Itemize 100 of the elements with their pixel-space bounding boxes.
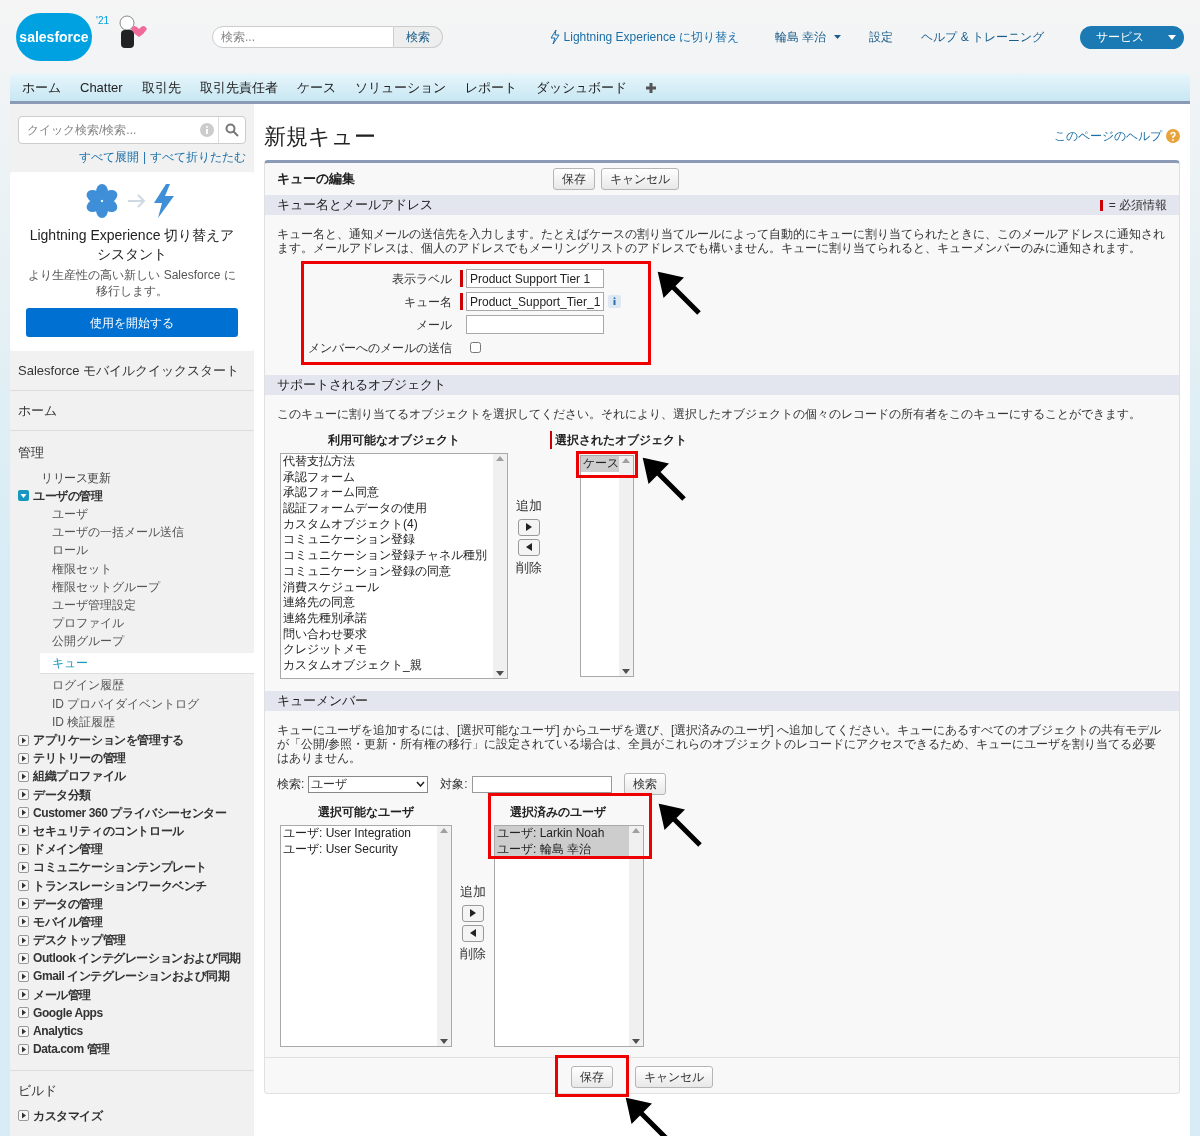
get-started-button[interactable]: 使用を開始する: [26, 308, 238, 337]
tree-item[interactable]: ユーザ: [52, 504, 88, 523]
list-option[interactable]: 代替支払方法: [281, 454, 493, 470]
expand-icon[interactable]: [18, 734, 29, 746]
text-field[interactable]: [466, 315, 604, 334]
tree-item[interactable]: 組織プロファイル: [33, 767, 126, 786]
tree-item[interactable]: デスクトップ管理: [33, 931, 126, 950]
tree-item[interactable]: キュー: [52, 653, 88, 672]
plus-icon[interactable]: [645, 82, 656, 93]
expand-icon[interactable]: [18, 898, 29, 910]
list-box[interactable]: 代替支払方法 承認フォーム 承認フォーム同意 認証フォームデータの使用 カスタムオブジェクト(4) コミュニケーション登録 コミュニケーション登録チャネル種別 コミュニケーション登録の同意 消費スケジュール 連絡先の同意 連絡先種別承諾 問い合わせ要求 クレジットメモ カスタムオブジェクト_親: [280, 453, 508, 679]
nav-tab[interactable]: ダッシュボード: [535, 77, 627, 98]
list-option[interactable]: 認証フォームデータの使用: [281, 501, 493, 517]
tree-item[interactable]: ユーザの管理: [33, 486, 103, 505]
button[interactable]: 検索: [623, 773, 666, 795]
expand-icon[interactable]: [18, 843, 29, 855]
add-button[interactable]: [518, 518, 540, 536]
search-type-select[interactable]: ユーザ: [308, 775, 429, 793]
list-option[interactable]: 消費スケジュール: [281, 579, 493, 596]
expand-icon[interactable]: [18, 880, 29, 892]
scroll-down-icon[interactable]: [632, 1039, 640, 1044]
list-box[interactable]: ユーザ: User Integration ユーザ: User Security: [280, 825, 452, 1047]
expand-icon[interactable]: [18, 1007, 29, 1019]
scroll-down-icon[interactable]: [622, 669, 630, 674]
expand-icon[interactable]: [18, 1025, 29, 1037]
expand-icon[interactable]: [18, 825, 29, 837]
tree-item[interactable]: テリトリーの管理: [33, 749, 126, 768]
tree-item[interactable]: ID プロバイダイベントログ: [52, 694, 200, 713]
nav-tab[interactable]: レポート: [464, 77, 517, 98]
collapse-icon[interactable]: [18, 490, 29, 502]
list-option[interactable]: カスタムオブジェクト_親: [281, 657, 493, 674]
expand-icon[interactable]: [18, 807, 29, 819]
tree-item[interactable]: ユーザの一括メール送信: [52, 523, 184, 542]
list-option[interactable]: 問い合わせ要求: [281, 626, 493, 643]
expand-icon[interactable]: [18, 861, 29, 873]
scrollbar[interactable]: [629, 826, 643, 1046]
search-input[interactable]: 検索...: [213, 28, 393, 46]
sidebar-heading[interactable]: Salesforce モバイルクイックスタート: [18, 360, 240, 381]
list-option[interactable]: コミュニケーション登録: [281, 532, 493, 549]
search-icon[interactable]: [225, 123, 239, 137]
tree-item[interactable]: 権限セットグループ: [52, 577, 160, 596]
list-box[interactable]: ケース: [580, 455, 634, 677]
list-option[interactable]: コミュニケーション登録の同意: [281, 563, 493, 580]
nav-tab[interactable]: 取引先: [141, 77, 181, 98]
page-help-link[interactable]: このページのヘルプ: [1054, 127, 1180, 145]
scrollbar[interactable]: [619, 456, 633, 676]
tree-item[interactable]: リリース更新: [41, 468, 111, 487]
tree-item[interactable]: Customer 360 プライバシーセンター: [33, 803, 227, 822]
list-option[interactable]: ユーザ: User Integration: [281, 826, 437, 842]
tree-item[interactable]: セキュリティのコントロール: [33, 821, 184, 840]
tree-item[interactable]: 権限セット: [52, 559, 112, 578]
scroll-down-icon[interactable]: [496, 671, 504, 676]
nav-tab[interactable]: Chatter: [80, 77, 123, 98]
expand-icon[interactable]: [18, 934, 29, 946]
app-menu[interactable]: サービス: [1080, 25, 1184, 49]
expand-all-link[interactable]: すべて展開: [78, 148, 139, 166]
list-option[interactable]: 連絡先の同意: [281, 595, 493, 611]
tree-item[interactable]: 公開グループ: [52, 632, 124, 651]
expand-icon[interactable]: [18, 1043, 29, 1055]
setup-link[interactable]: 設定: [869, 28, 894, 46]
tree-item[interactable]: ドメイン管理: [33, 840, 103, 859]
nav-tab[interactable]: ソリューション: [354, 77, 446, 98]
tree-item[interactable]: データ分類: [33, 785, 91, 804]
tree-item[interactable]: プロファイル: [52, 614, 124, 633]
scrollbar[interactable]: [493, 454, 507, 678]
tree-item[interactable]: ログイン履歴: [52, 676, 124, 695]
selected-tree-row[interactable]: キュー: [40, 652, 254, 674]
tree-item[interactable]: データの管理: [33, 894, 103, 913]
tree-item[interactable]: Data.com 管理: [33, 1040, 110, 1059]
remove-button[interactable]: [518, 538, 540, 556]
help-link[interactable]: ヘルプ & トレーニング: [921, 28, 1044, 46]
add-button[interactable]: [462, 904, 484, 922]
tree-item[interactable]: Google Apps: [33, 1003, 103, 1022]
tree-item[interactable]: トランスレーションワークベンチ: [33, 876, 207, 895]
scrollbar[interactable]: [437, 826, 451, 1046]
nav-tab[interactable]: ホーム: [22, 77, 61, 98]
button[interactable]: キャンセル: [601, 168, 679, 190]
text-field[interactable]: Product_Support_Tier_1: [466, 292, 604, 311]
list-box[interactable]: ユーザ: Larkin Noah ユーザ: 輪島 幸治: [494, 825, 644, 1047]
tree-item[interactable]: カスタマイズ: [33, 1106, 103, 1125]
info-icon[interactable]: [608, 295, 621, 308]
lightning-link[interactable]: Lightning Experience に切り替え: [549, 28, 739, 46]
expand-icon[interactable]: [18, 1110, 29, 1122]
remove-button[interactable]: [462, 924, 484, 942]
list-option[interactable]: カスタムオブジェクト(4): [281, 516, 493, 533]
text-field[interactable]: Product Support Tier 1: [466, 269, 604, 288]
expand-icon[interactable]: [18, 752, 29, 764]
tree-item[interactable]: コミュニケーションテンプレート: [33, 858, 207, 877]
list-option[interactable]: ユーザ: Larkin Noah: [495, 826, 629, 842]
tree-item[interactable]: メール管理: [33, 985, 91, 1004]
list-option[interactable]: 承認フォーム同意: [281, 485, 493, 502]
tree-item[interactable]: アプリケーションを管理する: [33, 731, 184, 750]
quick-search-input[interactable]: クイック検索/検索...: [19, 121, 200, 139]
collapse-all-link[interactable]: すべて折りたたむ: [150, 148, 246, 166]
checkbox[interactable]: [470, 342, 481, 353]
expand-icon[interactable]: [18, 770, 29, 782]
tree-item[interactable]: ロール: [52, 541, 88, 560]
nav-tab[interactable]: 取引先責任者: [199, 77, 278, 98]
button[interactable]: キャンセル: [635, 1065, 713, 1088]
tree-item[interactable]: ID 検証履歴: [52, 712, 116, 731]
